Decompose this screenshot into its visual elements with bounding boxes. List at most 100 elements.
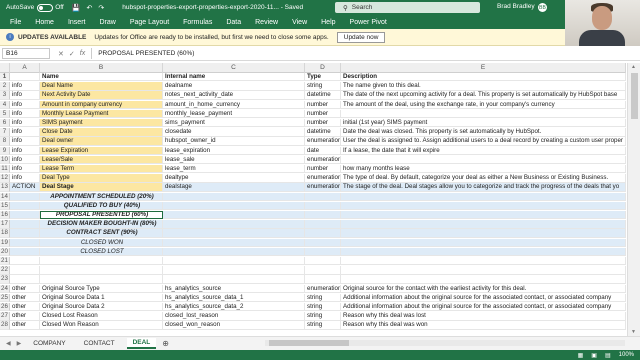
name-box[interactable]: B16 [2,48,50,59]
add-sheet-icon[interactable]: ⊕ [162,339,169,348]
sheet-tab-contact[interactable]: CONTACT [78,339,121,348]
data-type-cell[interactable]: datetime [305,128,341,137]
type-cell[interactable]: info [10,165,40,174]
type-cell[interactable]: info [10,137,40,146]
description-cell[interactable]: If a lease, the date that it will expire [341,146,626,155]
tab-insert[interactable]: Insert [68,19,86,26]
description-cell[interactable] [341,229,626,238]
data-type-cell[interactable] [305,211,341,220]
name-cell[interactable]: DECISION MAKER BOUGHT-IN (80%) [40,220,163,229]
normal-view-icon[interactable]: ▦ [578,352,584,359]
redo-icon[interactable]: ↷ [98,4,104,12]
type-cell[interactable]: other [10,321,40,330]
row-header[interactable]: 2 [0,82,10,91]
data-type-cell[interactable]: date [305,146,341,155]
undo-icon[interactable]: ↶ [86,4,92,12]
internal-name-cell[interactable] [163,275,305,284]
horizontal-scroll-thumb[interactable] [269,340,349,346]
type-cell[interactable]: ACTION [10,183,40,192]
tab-draw[interactable]: Draw [99,19,115,26]
description-cell[interactable]: The name given to this deal. [341,82,626,91]
data-type-cell[interactable]: enumeration [305,284,341,293]
row-header[interactable]: 15 [0,201,10,211]
type-cell[interactable] [10,266,40,275]
name-cell[interactable]: Amount in company currency [40,100,163,109]
type-cell[interactable] [10,211,40,220]
type-cell[interactable]: info [10,146,40,155]
row-header[interactable]: 10 [0,155,10,165]
data-type-cell[interactable] [305,201,341,211]
description-cell[interactable]: how many months lease [341,165,626,174]
name-cell[interactable]: APPOINTMENT SCHEDULED (20%) [40,192,163,201]
data-type-cell[interactable]: enumeration [305,155,341,165]
name-cell[interactable]: Deal owner [40,137,163,146]
sheet-tab-deal[interactable]: DEAL [126,338,157,349]
data-type-cell[interactable]: number [305,100,341,109]
description-cell[interactable]: Original source for the contact with the… [341,284,626,293]
row-header[interactable]: 22 [0,266,10,275]
row-header[interactable]: 25 [0,293,10,303]
row-header[interactable]: 4 [0,100,10,109]
type-cell[interactable] [10,201,40,211]
tab-help[interactable]: Help [321,19,335,26]
tab-view[interactable]: View [292,19,307,26]
description-cell[interactable] [341,155,626,165]
name-cell[interactable]: Deal Type [40,174,163,183]
internal-name-cell[interactable]: lease_term [163,165,305,174]
type-cell[interactable]: other [10,284,40,293]
description-cell[interactable]: Additional information about the origina… [341,293,626,303]
internal-name-cell[interactable]: hubspot_owner_id [163,137,305,146]
row-header[interactable]: 27 [0,312,10,321]
name-cell[interactable]: PROPOSAL PRESENTED (60%) [40,211,163,220]
row-header[interactable]: 13 [0,183,10,192]
sheet-prev-icon[interactable]: ◀ [6,340,11,347]
data-type-cell[interactable] [305,257,341,266]
row-header[interactable]: 1 [0,73,10,82]
internal-name-cell[interactable]: closed_won_reason [163,321,305,330]
description-cell[interactable]: Reason why this deal was won [341,321,626,330]
name-cell[interactable]: QUALIFIED TO BUY (40%) [40,201,163,211]
description-cell[interactable]: The stage of the deal. Deal stages allow… [341,183,626,192]
internal-name-cell[interactable]: dealname [163,82,305,91]
data-type-cell[interactable] [305,275,341,284]
internal-name-cell[interactable]: dealstage [163,183,305,192]
internal-name-cell[interactable]: closedate [163,128,305,137]
page-layout-view-icon[interactable]: ▣ [591,352,597,359]
type-cell[interactable]: other [10,293,40,303]
scroll-thumb[interactable] [631,73,638,119]
description-cell[interactable] [341,192,626,201]
type-cell[interactable]: other [10,303,40,312]
description-cell[interactable]: Description [341,73,626,82]
avatar[interactable]: BB [538,3,547,12]
description-cell[interactable] [341,109,626,119]
description-cell[interactable] [341,220,626,229]
name-cell[interactable]: Closed Lost Reason [40,312,163,321]
fx-icon[interactable]: fx [80,50,85,58]
row-header[interactable]: 23 [0,275,10,284]
data-type-cell[interactable]: string [305,293,341,303]
name-cell[interactable]: CONTRACT SENT (90%) [40,229,163,238]
row-header[interactable]: 12 [0,174,10,183]
name-cell[interactable]: SIMS payment [40,119,163,128]
row-header[interactable]: 19 [0,238,10,247]
internal-name-cell[interactable]: closed_lost_reason [163,312,305,321]
name-cell[interactable]: Deal Name [40,82,163,91]
name-cell[interactable]: CLOSED WON [40,238,163,247]
description-cell[interactable]: Reason why this deal was lost [341,312,626,321]
column-header-a[interactable]: A [10,63,40,73]
internal-name-cell[interactable]: Internal name [163,73,305,82]
type-cell[interactable]: other [10,312,40,321]
data-type-cell[interactable]: number [305,109,341,119]
sheet-tab-company[interactable]: COMPANY [27,339,71,348]
column-header-c[interactable]: C [163,63,305,73]
row-header[interactable]: 5 [0,109,10,119]
zoom-level[interactable]: 100% [619,352,634,358]
internal-name-cell[interactable]: hs_analytics_source [163,284,305,293]
data-type-cell[interactable]: string [305,312,341,321]
vertical-scrollbar[interactable]: ▲ ▼ [627,63,640,336]
description-cell[interactable]: The amount of the deal, using the exchan… [341,100,626,109]
row-header[interactable]: 28 [0,321,10,330]
name-cell[interactable]: Original Source Data 1 [40,293,163,303]
formula-input[interactable]: PROPOSAL PRESENTED (60%) [98,50,194,57]
tab-data[interactable]: Data [226,19,241,26]
